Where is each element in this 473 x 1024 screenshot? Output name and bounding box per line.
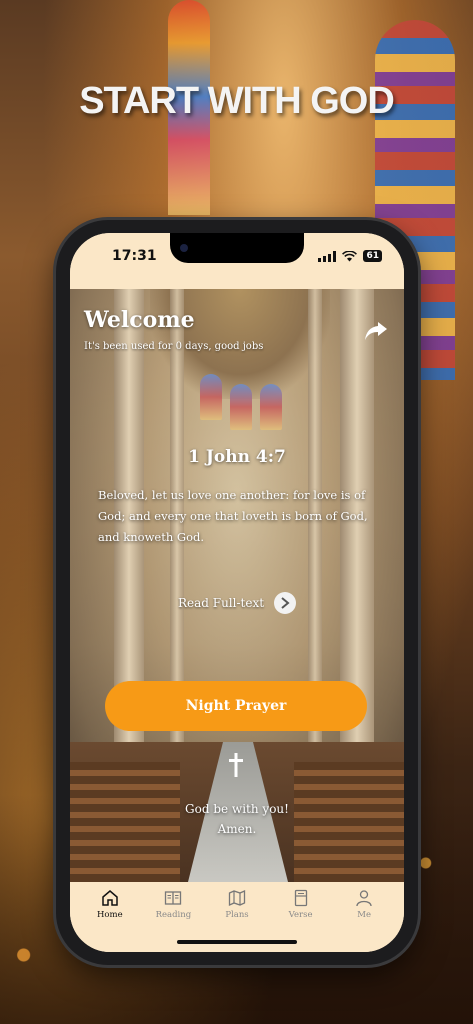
chevron-right-icon[interactable] [274, 592, 297, 614]
app-screen: 17:31 61 Welcome It's been used for 0 da… [70, 233, 404, 952]
blessing-text: God be with you! Amen. [70, 799, 404, 839]
tab-label: Me [357, 910, 372, 920]
verse-text: Beloved, let us love one another: for lo… [98, 488, 368, 544]
cross-icon [229, 753, 243, 777]
book-icon [165, 891, 182, 905]
status-bar: 17:31 61 [70, 233, 404, 289]
tab-label: Reading [155, 910, 192, 920]
tab-me[interactable]: Me [338, 882, 390, 952]
wifi-icon [342, 250, 358, 261]
promo-headline: START WITH GOD [79, 80, 395, 122]
tab-label: Plans [225, 910, 249, 920]
share-icon[interactable] [362, 317, 390, 345]
blessing-line: Amen. [217, 822, 257, 836]
cathedral-window [230, 384, 252, 430]
page-title: Welcome [84, 307, 195, 333]
status-time: 17:31 [112, 248, 157, 264]
bookmark-icon [294, 889, 307, 907]
blessing-line: God be with you! [185, 802, 289, 816]
status-icons: 61 [318, 250, 382, 262]
signal-icon [318, 250, 337, 262]
phone-frame: 17:31 61 Welcome It's been used for 0 da… [56, 220, 418, 965]
verse-reference: 1 John 4:7 [188, 447, 286, 467]
tab-home[interactable]: Home [84, 882, 136, 952]
cathedral-window [260, 384, 282, 430]
night-prayer-button[interactable]: Night Prayer [105, 681, 367, 731]
cathedral-window [200, 374, 222, 420]
dynamic-island [170, 233, 304, 263]
camera-icon [180, 244, 188, 252]
read-full-text-label: Read Full-text [177, 596, 265, 610]
home-indicator[interactable] [177, 940, 297, 944]
cathedral-background: Welcome It's been used for 0 days, good … [70, 289, 404, 882]
home-icon [102, 890, 118, 906]
tab-label: Verse [288, 910, 313, 920]
person-icon [356, 890, 372, 907]
battery-indicator: 61 [363, 250, 382, 262]
read-full-text-link[interactable]: Read Full-text [70, 592, 404, 614]
usage-text: It's been used for 0 days, good jobs [84, 341, 264, 352]
tab-label: Home [96, 910, 123, 920]
map-icon [228, 889, 246, 907]
